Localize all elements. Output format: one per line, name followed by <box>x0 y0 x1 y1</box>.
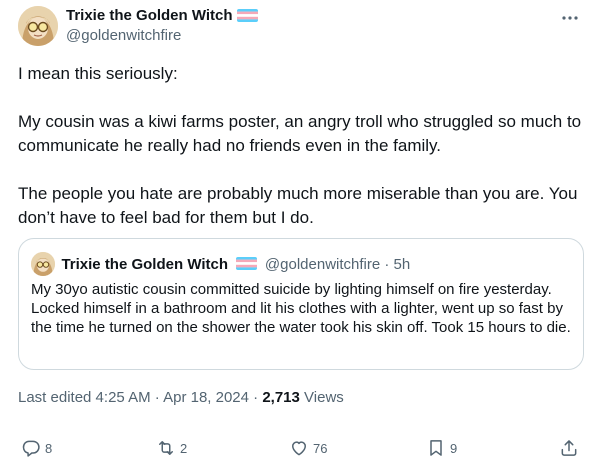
quoted-author-avatar <box>31 252 55 276</box>
author-avatar[interactable] <box>18 6 58 46</box>
like-button[interactable]: 76 <box>289 437 327 459</box>
repost-count: 2 <box>180 440 188 456</box>
share-icon <box>561 440 577 456</box>
reply-count: 8 <box>45 440 53 456</box>
more-dots-icon <box>562 16 578 20</box>
tweet-body: I mean this seriously: My cousin was a k… <box>18 62 583 230</box>
author-display-name[interactable]: Trixie the Golden Witch <box>66 7 233 24</box>
views-label: Views <box>299 389 344 406</box>
tweet-actions: 8 2 76 9 <box>18 437 583 459</box>
tweet-paragraph-1: I mean this seriously: <box>18 64 178 83</box>
reply-button[interactable]: 8 <box>21 437 52 459</box>
bookmark-button[interactable]: 9 <box>426 437 457 459</box>
avatar-witch-icon <box>31 252 55 276</box>
edited-timestamp[interactable]: Last edited 4:25 AM · Apr 18, 2024 · <box>18 389 262 406</box>
quoted-handle-time: @goldenwitchfire · 5h <box>264 255 411 273</box>
more-options-button[interactable] <box>560 10 580 26</box>
tweet-header: Trixie the Golden Witch @goldenwitchfire <box>18 6 580 46</box>
quoted-author-display-name: Trixie the Golden Witch <box>61 255 229 273</box>
author-handle[interactable]: @goldenwitchfire <box>66 26 258 46</box>
tweet-paragraph-2: My cousin was a kiwi farms poster, an an… <box>18 112 582 155</box>
quoted-tweet-header: Trixie the Golden Witch @goldenwitchfire… <box>31 252 411 276</box>
bookmark-icon <box>430 440 442 456</box>
avatar-witch-icon <box>18 6 58 46</box>
transgender-flag-icon <box>236 9 258 22</box>
repost-button[interactable]: 2 <box>156 437 187 459</box>
heart-icon <box>292 441 306 456</box>
views-count: 2,713 <box>262 389 300 406</box>
like-count: 76 <box>313 440 328 456</box>
share-button[interactable] <box>559 437 579 459</box>
transgender-flag-icon <box>236 257 258 271</box>
author-info: Trixie the Golden Witch @goldenwitchfire <box>66 7 258 46</box>
quoted-tweet-text: My 30yo autistic cousin committed suicid… <box>31 281 571 336</box>
tweet-meta: Last edited 4:25 AM · Apr 18, 2024 · 2,7… <box>18 389 344 406</box>
repost-icon <box>159 441 173 455</box>
reply-icon <box>22 440 40 457</box>
tweet-paragraph-3: The people you hate are probably much mo… <box>18 184 578 227</box>
quoted-tweet[interactable]: Trixie the Golden Witch @goldenwitchfire… <box>18 238 584 370</box>
bookmark-count: 9 <box>450 440 458 456</box>
